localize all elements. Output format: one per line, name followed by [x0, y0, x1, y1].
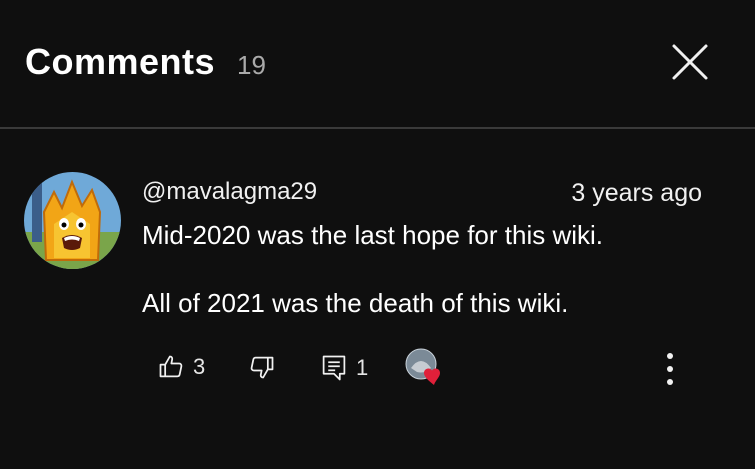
reply-count: 1 [356, 355, 369, 380]
close-button[interactable] [668, 40, 712, 84]
comment-item: @mavalagma29 3 years ago Mid-2020 was th… [0, 129, 755, 469]
comments-count: 19 [237, 50, 266, 80]
avatar[interactable] [24, 172, 121, 269]
more-vertical-icon [667, 353, 673, 385]
avatar-image [24, 172, 121, 269]
comment-text-line: All of 2021 was the death of this wiki. [142, 288, 569, 318]
like-button[interactable]: 3 [157, 353, 205, 381]
thumbs-down-icon [250, 356, 274, 379]
creator-heart-icon [405, 348, 440, 385]
like-count: 3 [193, 354, 206, 379]
comment-actions: 3 1 [0, 348, 755, 389]
comments-header: Comments 19 [0, 0, 755, 127]
comment-text-line: Mid-2020 was the last hope for this wiki… [142, 220, 603, 250]
close-icon [672, 44, 708, 80]
thumbs-up-icon [159, 355, 183, 378]
reply-button[interactable]: 1 [320, 353, 368, 383]
comments-title: Comments [25, 41, 216, 82]
comment-timestamp[interactable]: 3 years ago [571, 179, 702, 207]
comment-author[interactable]: @mavalagma29 [142, 178, 317, 206]
creator-heart[interactable] [405, 348, 447, 388]
dislike-button[interactable] [248, 353, 276, 381]
reply-icon [322, 355, 346, 381]
more-options-button[interactable] [660, 351, 680, 387]
